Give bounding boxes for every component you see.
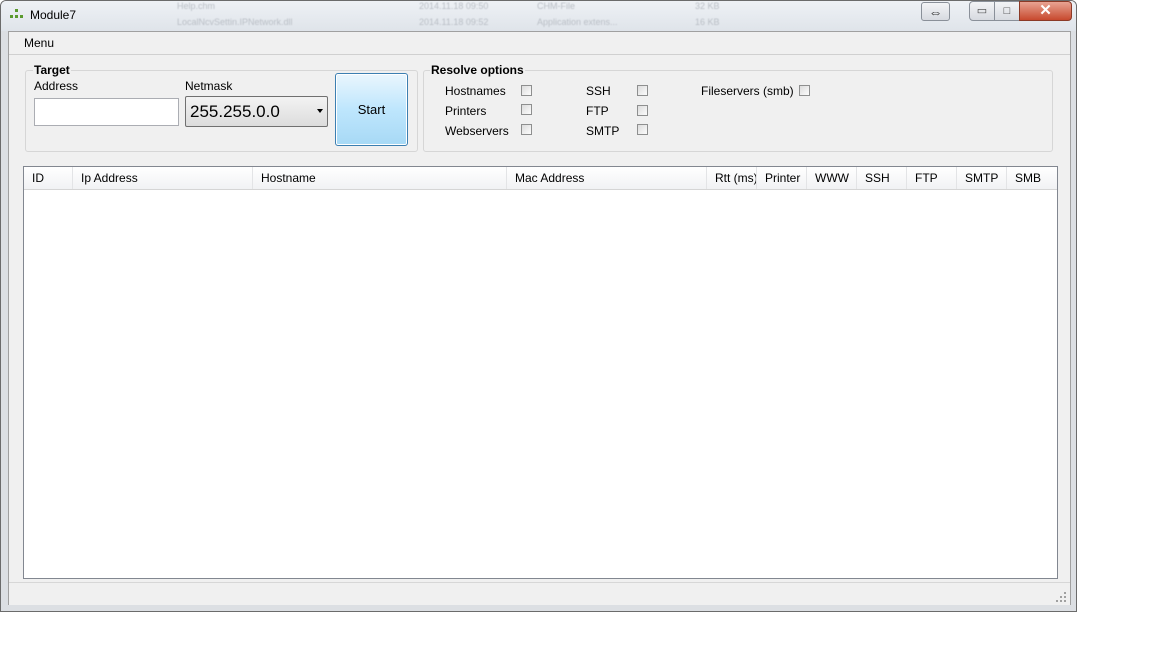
address-label: Address — [34, 79, 79, 93]
column-header-rtt[interactable]: Rtt (ms) — [707, 167, 757, 189]
start-button-label: Start — [357, 102, 386, 117]
background-ghost-text: 2014.11.18 09:50 — [419, 1, 489, 11]
column-header-printer[interactable]: Printer — [757, 167, 807, 189]
start-button[interactable]: Start — [335, 73, 408, 146]
column-header-id[interactable]: ID — [24, 167, 73, 189]
webservers-checkbox[interactable] — [521, 124, 532, 135]
column-header-mac-address[interactable]: Mac Address — [507, 167, 707, 189]
background-ghost-text: Application extens... — [537, 17, 618, 27]
resolve-options-group — [423, 70, 1053, 152]
client-area: Menu Target Address Netmask 255.255.0.0 … — [8, 31, 1071, 605]
column-header-ip-address[interactable]: Ip Address — [73, 167, 253, 189]
ftp-label: FTP — [586, 104, 609, 118]
column-header-hostname[interactable]: Hostname — [253, 167, 507, 189]
ssh-label: SSH — [586, 84, 611, 98]
close-icon: ✕ — [1039, 2, 1052, 19]
resize-grip-icon[interactable] — [1056, 592, 1066, 602]
column-header-ssh[interactable]: SSH — [857, 167, 907, 189]
address-input[interactable] — [34, 98, 179, 126]
netmask-value: 255.255.0.0 — [190, 102, 280, 121]
close-button[interactable]: ✕ — [1019, 1, 1072, 21]
minimize-button[interactable]: ▭ — [969, 1, 995, 21]
smtp-checkbox[interactable] — [637, 124, 648, 135]
background-ghost-text: LocalNcvSettin.IPNetwork.dll — [177, 17, 293, 27]
app-window: Module7 Help.chm LocalNcvSettin.IPNetwor… — [0, 0, 1077, 612]
background-ghost-text: 16 KB — [695, 17, 720, 27]
ftp-checkbox[interactable] — [637, 105, 648, 116]
resolve-options-title: Resolve options — [430, 63, 525, 77]
menu-item-menu[interactable]: Menu — [24, 36, 54, 50]
maximize-icon: □ — [1003, 5, 1011, 17]
maximize-button[interactable]: □ — [994, 1, 1020, 21]
column-header-smb[interactable]: SMB — [1007, 167, 1057, 189]
background-ghost-text: Help.chm — [177, 1, 216, 11]
list-header: ID Ip Address Hostname Mac Address Rtt (… — [24, 167, 1057, 190]
title-bar[interactable]: Module7 Help.chm LocalNcvSettin.IPNetwor… — [1, 1, 1076, 31]
hostnames-label: Hostnames — [445, 84, 506, 98]
netmask-select[interactable]: 255.255.0.0 — [185, 96, 328, 127]
hostnames-checkbox[interactable] — [521, 85, 532, 96]
double-arrow-icon: ⇔ — [928, 4, 943, 20]
snap-button[interactable]: ⇔ — [921, 2, 950, 21]
fileservers-label: Fileservers (smb) — [701, 84, 794, 98]
app-icon — [10, 9, 24, 21]
column-header-ftp[interactable]: FTP — [907, 167, 957, 189]
background-ghost-text: 32 KB — [695, 1, 720, 11]
fileservers-checkbox[interactable] — [799, 85, 810, 96]
results-list[interactable]: ID Ip Address Hostname Mac Address Rtt (… — [23, 166, 1058, 579]
dropdown-arrow-icon — [317, 109, 323, 113]
printers-checkbox[interactable] — [521, 104, 532, 115]
netmask-label: Netmask — [185, 79, 233, 93]
printers-label: Printers — [445, 104, 487, 118]
column-header-www[interactable]: WWW — [807, 167, 857, 189]
webservers-label: Webservers — [445, 124, 509, 138]
background-ghost-text: CHM-File — [537, 1, 575, 11]
ssh-checkbox[interactable] — [637, 85, 648, 96]
minimize-icon: ▭ — [976, 5, 988, 17]
background-ghost-text: 2014.11.18 09:52 — [419, 17, 489, 27]
smtp-label: SMTP — [586, 124, 620, 138]
window-title: Module7 — [30, 8, 77, 22]
status-bar — [9, 582, 1070, 605]
menu-bar: Menu — [9, 32, 1070, 55]
column-header-smtp[interactable]: SMTP — [957, 167, 1007, 189]
target-group-title: Target — [33, 63, 71, 77]
